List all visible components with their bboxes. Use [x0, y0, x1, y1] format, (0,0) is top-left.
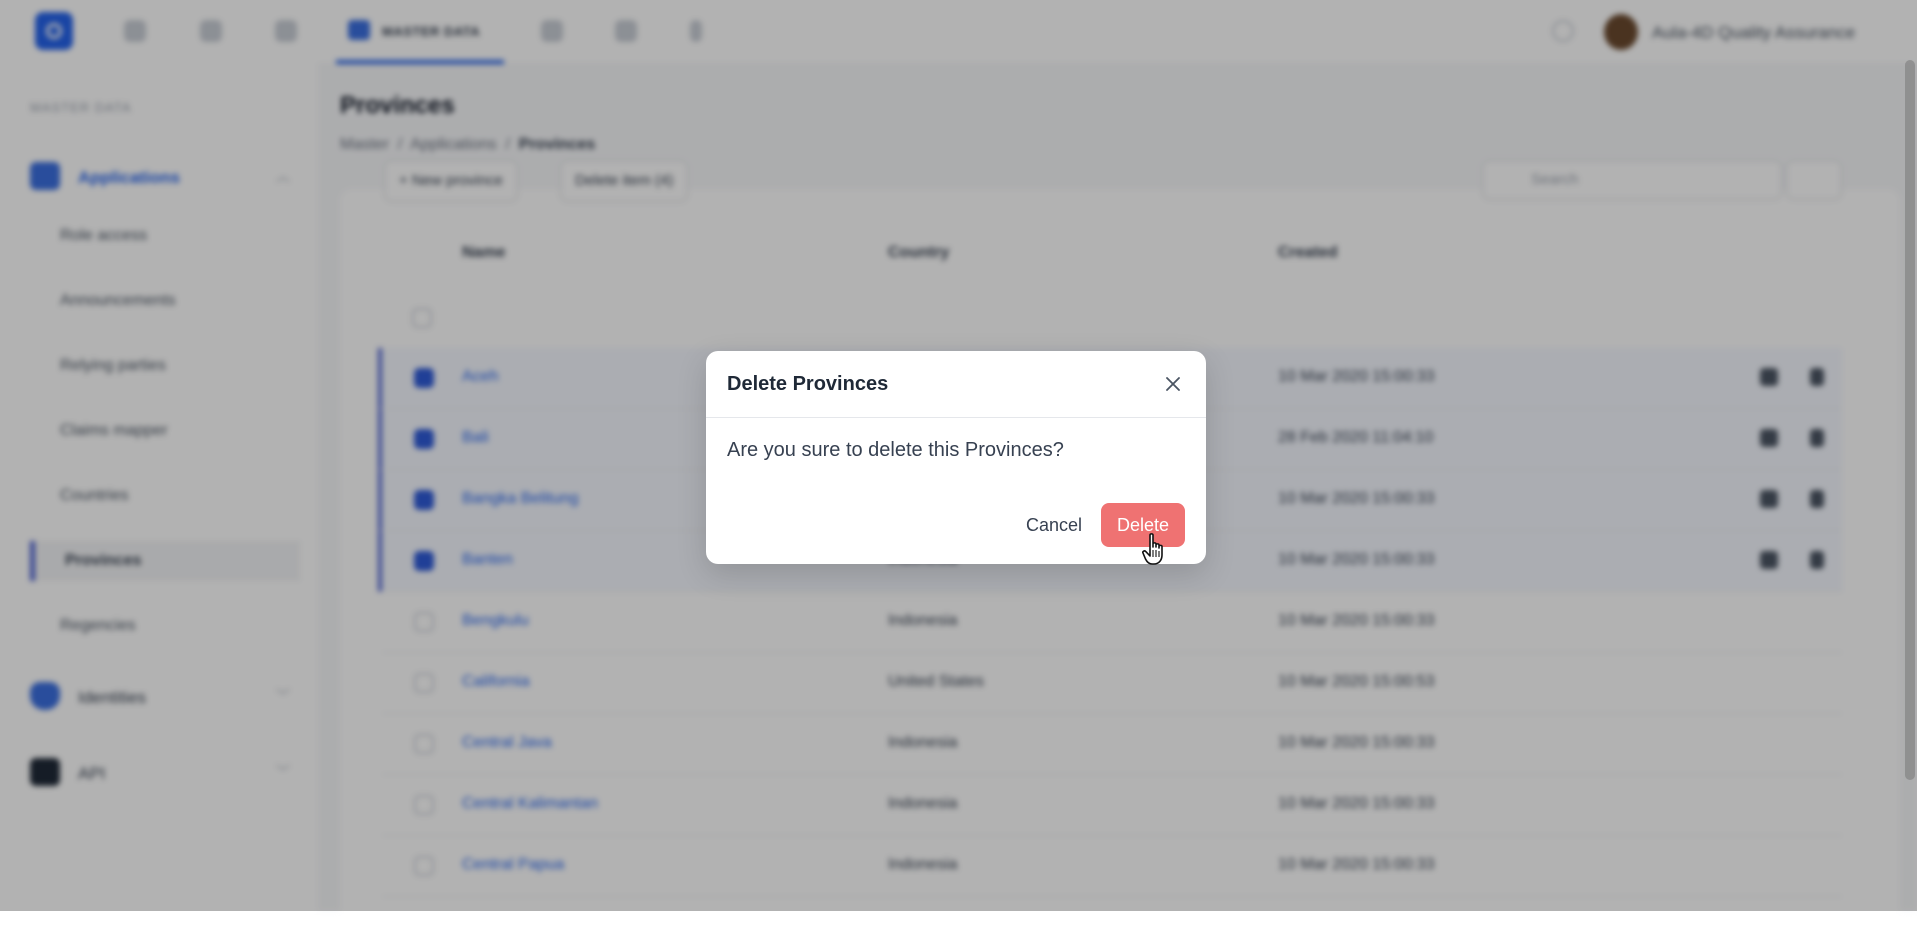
- delete-confirm-dialog: Delete Provinces Are you sure to delete …: [706, 351, 1206, 564]
- hand-cursor-icon: [1142, 533, 1163, 565]
- scrollbar[interactable]: [1905, 60, 1915, 780]
- close-icon[interactable]: [1158, 369, 1188, 399]
- dialog-message: Are you sure to delete this Provinces?: [727, 439, 1064, 461]
- dialog-title: Delete Provinces: [727, 373, 889, 395]
- dialog-header: Delete Provinces: [706, 351, 1206, 418]
- cancel-button[interactable]: Cancel: [1006, 503, 1102, 547]
